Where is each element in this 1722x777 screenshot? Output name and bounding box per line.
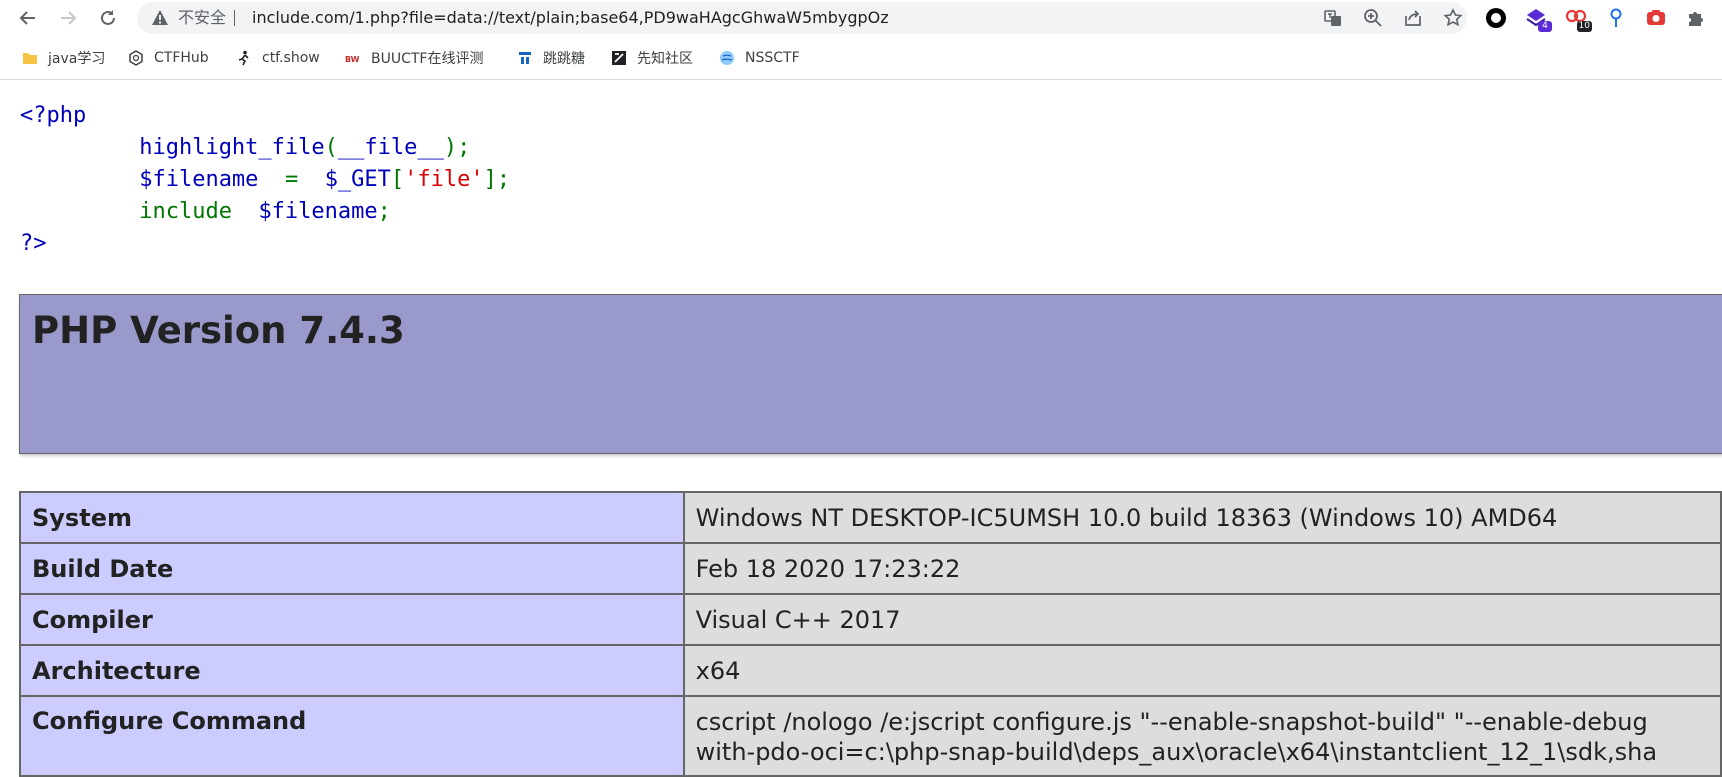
- row-value: Visual C++ 2017: [682, 593, 1722, 646]
- omnibox-separator: [234, 10, 235, 26]
- code-line-open-tag: <?php: [20, 100, 510, 132]
- extension-diamond-stack[interactable]: 4: [1524, 6, 1552, 32]
- php-version-title: PHP Version 7.4.3: [32, 309, 405, 352]
- security-label[interactable]: 不安全: [178, 2, 226, 34]
- table-row: Architecture x64: [19, 644, 1722, 697]
- back-button[interactable]: [14, 4, 42, 32]
- bookmarks-bar: java学习 CTFHub ctf.show BW BUUCTF在线评测 跳跳糖…: [0, 35, 1722, 80]
- row-value: Windows NT DESKTOP-IC5UMSH 10.0 build 18…: [682, 491, 1722, 544]
- var-filename: $filename: [258, 199, 378, 224]
- url-text[interactable]: include.com/1.php?file=data://text/plain…: [252, 2, 1422, 34]
- reload-button[interactable]: [94, 4, 122, 32]
- translate-icon[interactable]: [1323, 8, 1343, 28]
- table-row: Configure Command cscript /nologo /e:jsc…: [19, 695, 1722, 777]
- superglobal-get: $_GET: [324, 167, 391, 192]
- row-key: Configure Command: [19, 695, 685, 777]
- bookmark-buuctf[interactable]: BW BUUCTF在线评测: [345, 47, 483, 69]
- share-icon[interactable]: [1403, 8, 1423, 28]
- code-line-assign: $filename = $_GET['file'];: [20, 164, 510, 196]
- php-open-tag: <?php: [20, 103, 87, 128]
- extension-location-pin[interactable]: [1604, 6, 1628, 30]
- forward-button[interactable]: [54, 4, 82, 32]
- row-key: Architecture: [19, 644, 685, 697]
- string-file-key: 'file': [404, 167, 484, 192]
- file-constant: __file__: [337, 135, 444, 160]
- bookmark-tiaotiaotang[interactable]: 跳跳糖: [517, 47, 585, 69]
- camera-icon: [1647, 10, 1665, 25]
- row-value: Feb 18 2020 17:23:22: [682, 542, 1722, 595]
- configure-command-line: cscript /nologo /e:jscript configure.js …: [695, 708, 1648, 736]
- location-pin-icon: [1610, 8, 1622, 27]
- puzzle-icon: [1689, 12, 1703, 26]
- php-close-tag: ?>: [20, 231, 47, 256]
- code-line-close-tag: ?>: [20, 228, 510, 260]
- buuctf-icon: BW: [345, 50, 361, 66]
- bookmark-label: BUUCTF在线评测: [371, 51, 484, 67]
- svg-text:BW: BW: [345, 55, 360, 64]
- table-row: Compiler Visual C++ 2017: [19, 593, 1722, 646]
- ctfhub-icon: [128, 50, 144, 66]
- var-filename: $filename: [139, 167, 259, 192]
- ctfshow-icon: [236, 50, 252, 66]
- xianzhi-icon: [611, 50, 627, 66]
- bookmark-java[interactable]: java学习: [22, 47, 105, 69]
- arrow-left-icon: [19, 11, 35, 25]
- circle-ring-icon: [1486, 8, 1506, 28]
- extension-badge: 4: [1538, 21, 1552, 32]
- code-line-include: include $filename;: [20, 196, 510, 228]
- bookmark-label: NSSCTF: [745, 50, 800, 66]
- statement-end: ];: [483, 167, 511, 192]
- row-key: Build Date: [19, 542, 685, 595]
- func-highlight-file: highlight_file: [139, 135, 325, 160]
- star-icon[interactable]: [1443, 8, 1463, 28]
- extension-circle-ring[interactable]: [1484, 6, 1508, 30]
- paren-open: (: [324, 135, 338, 160]
- nssctf-icon: [719, 50, 735, 66]
- bookmark-label: CTFHub: [154, 50, 209, 66]
- statement-end: );: [443, 135, 471, 160]
- keyword-include: include: [139, 199, 232, 224]
- row-key: System: [19, 491, 685, 544]
- table-row: System Windows NT DESKTOP-IC5UMSH 10.0 b…: [19, 491, 1722, 544]
- folder-icon: [22, 50, 38, 66]
- bookmark-xianzhi[interactable]: 先知社区: [611, 47, 693, 69]
- statement-end: ;: [377, 199, 391, 224]
- phpinfo-table: System Windows NT DESKTOP-IC5UMSH 10.0 b…: [19, 491, 1722, 777]
- warning-icon[interactable]: [151, 9, 169, 31]
- reload-icon: [101, 10, 115, 25]
- code-line-highlight: highlight_file(__file__);: [20, 132, 510, 164]
- bookmark-label: java学习: [48, 51, 106, 67]
- arrow-right-icon: [61, 11, 77, 25]
- extension-link-chain[interactable]: 10: [1564, 6, 1592, 32]
- tiaotiaotang-icon: [517, 50, 533, 66]
- browser-toolbar: 不安全 include.com/1.php?file=data://text/p…: [0, 0, 1722, 35]
- address-bar[interactable]: 不安全 include.com/1.php?file=data://text/p…: [137, 2, 1467, 34]
- zoom-icon[interactable]: [1363, 8, 1383, 28]
- row-value: cscript /nologo /e:jscript configure.js …: [682, 695, 1722, 777]
- bookmark-label: 跳跳糖: [543, 51, 585, 67]
- row-value: x64: [682, 644, 1722, 697]
- extension-badge: 10: [1576, 21, 1592, 32]
- configure-command-line: with-pdo-oci=c:\php-snap-build\deps_aux\…: [695, 738, 1658, 766]
- bracket-open: [: [390, 167, 405, 192]
- extensions-menu-button[interactable]: [1684, 6, 1708, 30]
- row-key: Compiler: [19, 593, 685, 646]
- extension-camera[interactable]: [1644, 6, 1668, 30]
- bookmark-ctfshow[interactable]: ctf.show: [236, 47, 320, 69]
- table-row: Build Date Feb 18 2020 17:23:22: [19, 542, 1722, 595]
- bookmark-ctfhub[interactable]: CTFHub: [128, 47, 209, 69]
- bookmark-label: ctf.show: [262, 50, 320, 66]
- phpinfo-header: PHP Version 7.4.3: [19, 294, 1722, 454]
- assign-operator: =: [284, 167, 299, 192]
- bookmark-label: 先知社区: [637, 51, 693, 67]
- bookmark-nssctf[interactable]: NSSCTF: [719, 47, 800, 69]
- php-source-code: <?php highlight_file(__file__); $filenam…: [20, 100, 510, 260]
